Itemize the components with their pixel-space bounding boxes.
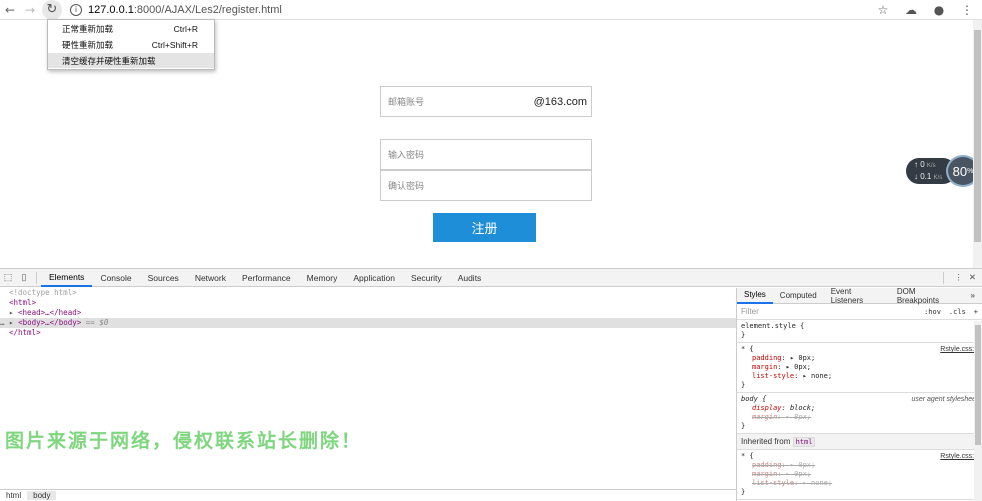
reload-context-menu: 正常重新加载 Ctrl+R 硬性重新加载 Ctrl+Shift+R 清空缓存并硬…: [47, 19, 215, 70]
menu-item-hard-reload[interactable]: 硬性重新加载 Ctrl+Shift+R: [48, 37, 214, 52]
url-text: 127.0.0.1:8000/AJAX/Les2/register.html: [88, 3, 282, 16]
add-rule-icon[interactable]: +: [974, 308, 978, 316]
expand-arrow-icon[interactable]: ▸: [9, 308, 14, 317]
browser-toolbar: ← → ↻ i 127.0.0.1:8000/AJAX/Les2/registe…: [0, 0, 982, 20]
rule-source-link[interactable]: Rstyle.css:1: [940, 452, 978, 461]
tab-dom-breakpoints[interactable]: DOM Breakpoints: [890, 287, 964, 305]
breadcrumb-html[interactable]: html: [0, 491, 27, 500]
style-rule-universal[interactable]: Rstyle.css:1 * { padding: ▸ 0px; margin:…: [737, 343, 982, 393]
devtools-toolbar: ⬚ ▯ Elements Console Sources Network Per…: [0, 269, 982, 287]
styles-filter-input[interactable]: Filter :hov .cls +: [737, 304, 982, 320]
style-rule-inherited-universal[interactable]: Rstyle.css:1 * { padding: ▸ 0px; margin:…: [737, 450, 982, 500]
rule-source-link[interactable]: Rstyle.css:1: [940, 345, 978, 354]
tab-computed[interactable]: Computed: [773, 288, 824, 304]
tab-console[interactable]: Console: [92, 269, 139, 287]
reload-icon[interactable]: ↻: [42, 0, 62, 20]
cls-toggle[interactable]: .cls: [949, 308, 966, 316]
email-domain-suffix: @163.com: [533, 95, 587, 108]
breadcrumb: html body: [0, 489, 736, 501]
styles-pane: Styles Computed Event Listeners DOM Brea…: [736, 287, 982, 501]
toolbar-divider: [36, 271, 37, 284]
forward-icon[interactable]: →: [20, 0, 40, 20]
password-field[interactable]: 输入密码: [380, 139, 592, 170]
account-icon[interactable]: ●: [932, 3, 946, 17]
styles-tabs: Styles Computed Event Listeners DOM Brea…: [737, 287, 982, 305]
toolbar-divider: [943, 271, 945, 284]
device-toolbar-icon[interactable]: ▯: [16, 272, 32, 283]
dom-node-doctype[interactable]: <!doctype html>: [0, 288, 736, 298]
tab-application[interactable]: Application: [345, 269, 403, 287]
devtools-menu-icon[interactable]: ⋮: [954, 272, 963, 283]
more-dots-icon[interactable]: …: [0, 318, 5, 327]
dom-node-body[interactable]: … ▸ <body>…</body> == $0: [0, 318, 736, 328]
network-speed-widget[interactable]: ↑ 0 K/s ↓ 0.1 K/s 80%: [906, 155, 981, 187]
tab-event-listeners[interactable]: Event Listeners: [824, 287, 890, 305]
more-tabs-icon[interactable]: »: [964, 288, 982, 304]
tab-memory[interactable]: Memory: [299, 269, 346, 287]
menu-item-normal-reload[interactable]: 正常重新加载 Ctrl+R: [48, 21, 214, 36]
style-rule-body-ua[interactable]: user agent stylesheet body { display: bl…: [737, 393, 982, 434]
tab-network[interactable]: Network: [187, 269, 234, 287]
styles-scrollbar[interactable]: [974, 321, 982, 501]
confirm-password-field[interactable]: 确认密码: [380, 170, 592, 201]
tab-audits[interactable]: Audits: [450, 269, 490, 287]
tab-security[interactable]: Security: [403, 269, 450, 287]
close-devtools-icon[interactable]: ✕: [969, 272, 976, 283]
breadcrumb-body[interactable]: body: [27, 491, 57, 500]
register-button[interactable]: 注册: [433, 213, 536, 242]
info-icon[interactable]: i: [70, 3, 82, 16]
dom-node-html-close[interactable]: </html>: [0, 328, 736, 338]
inherited-tag[interactable]: html: [792, 437, 816, 447]
devtools-panel: ⬚ ▯ Elements Console Sources Network Per…: [0, 268, 982, 501]
menu-icon[interactable]: ⋮: [960, 3, 974, 17]
email-field[interactable]: 邮箱账号 @163.com: [380, 86, 592, 117]
inherited-from-header: Inherited from html: [737, 434, 982, 450]
back-icon[interactable]: ←: [0, 0, 20, 20]
hov-toggle[interactable]: :hov: [924, 308, 941, 316]
tab-performance[interactable]: Performance: [234, 269, 299, 287]
tab-elements[interactable]: Elements: [41, 269, 93, 287]
page-scrollbar[interactable]: [973, 20, 982, 268]
watermark-text: 图片来源于网络，侵权联系站长删除！: [5, 430, 363, 452]
bookmark-star-icon[interactable]: ☆: [876, 3, 890, 17]
page-scrollbar-thumb[interactable]: [974, 30, 981, 242]
elements-dom-tree: <!doctype html> <html> ▸ <head>…</head> …: [0, 288, 736, 488]
dom-node-head[interactable]: ▸ <head>…</head>: [0, 308, 736, 318]
dom-node-html[interactable]: <html>: [0, 298, 736, 308]
expand-arrow-icon[interactable]: ▸: [9, 318, 14, 327]
menu-item-empty-cache-hard-reload[interactable]: 清空缓存并硬性重新加载: [48, 53, 214, 68]
address-bar[interactable]: i 127.0.0.1:8000/AJAX/Les2/register.html: [70, 1, 876, 19]
inspect-element-icon[interactable]: ⬚: [0, 272, 16, 283]
extension-icon[interactable]: ☁: [904, 3, 918, 17]
styles-scrollbar-thumb[interactable]: [975, 325, 981, 445]
download-speed: ↓ 0.1 K/s: [914, 172, 943, 181]
element-style-rule[interactable]: element.style { }: [737, 320, 982, 343]
upload-speed: ↑ 0 K/s: [914, 160, 936, 169]
tab-styles[interactable]: Styles: [737, 288, 773, 304]
tab-sources[interactable]: Sources: [140, 269, 187, 287]
